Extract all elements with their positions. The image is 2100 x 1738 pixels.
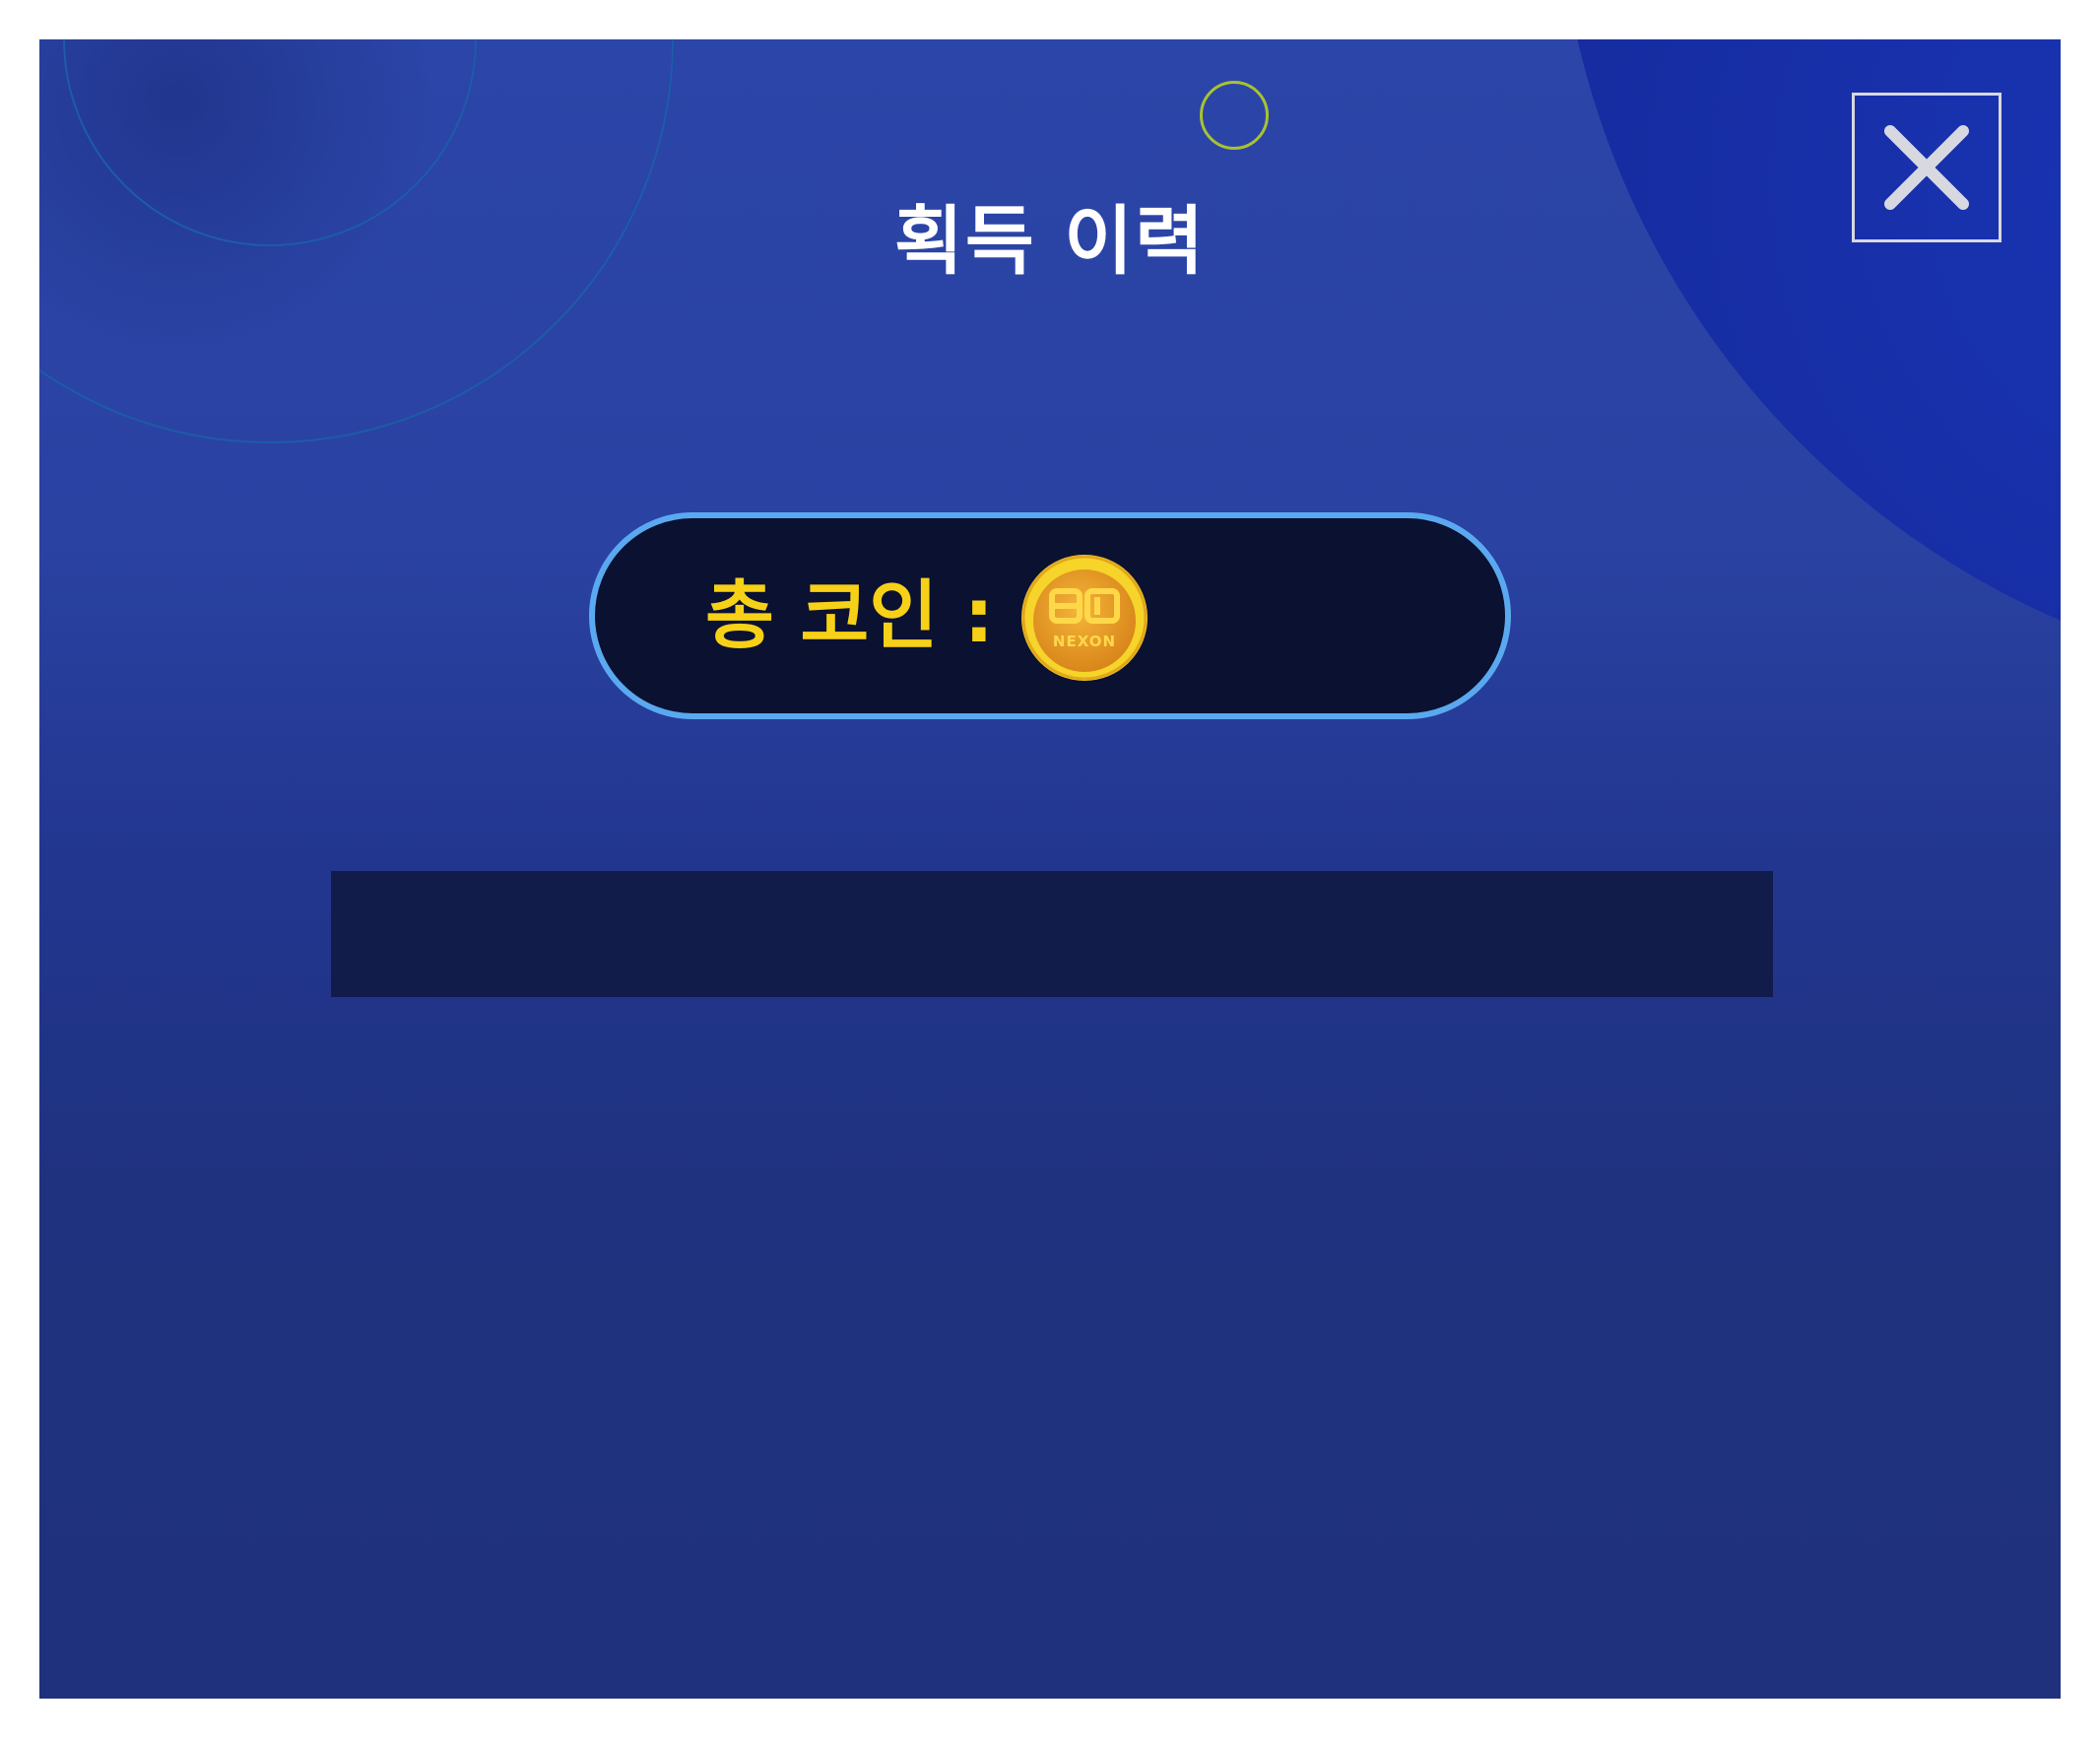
nexon-coin-icon: NEXON [1018, 552, 1150, 684]
total-coins-panel: 총 코인 : NEXON [589, 512, 1511, 719]
total-coins-label: 총 코인 : [705, 571, 995, 659]
svg-text:NEXON: NEXON [1053, 633, 1116, 650]
popup-title: 획득 이력 [893, 197, 1207, 285]
history-list-header [331, 871, 1773, 997]
close-button[interactable] [1852, 93, 2002, 242]
decorative-yellow-ring [1200, 81, 1269, 150]
close-x-icon [1884, 125, 1969, 210]
history-popup: 획득 이력 총 코인 : NEXON [39, 39, 2061, 1699]
